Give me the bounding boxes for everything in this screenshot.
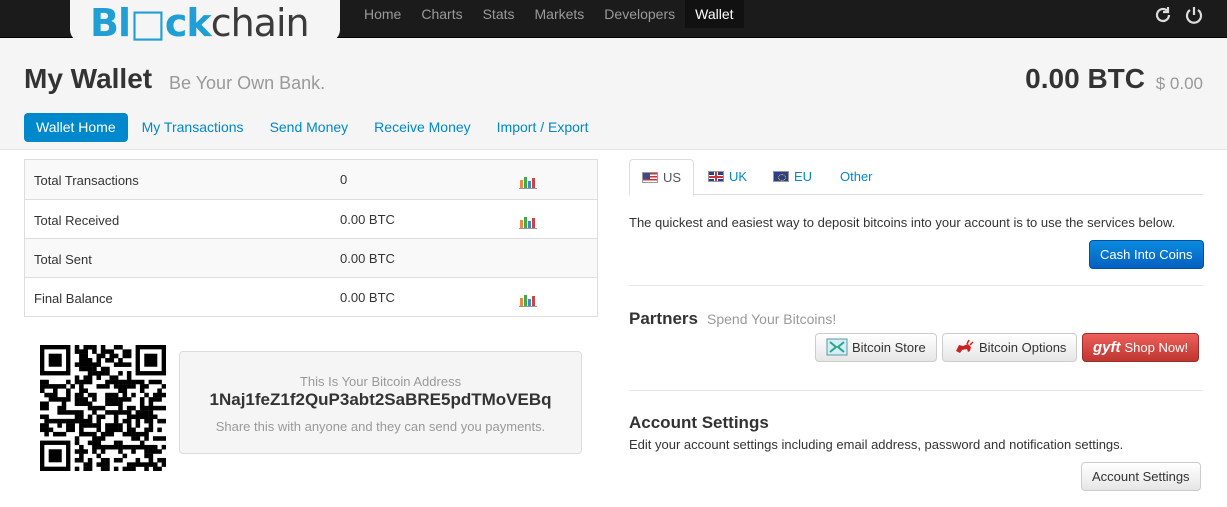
bitcoin-store-icon (826, 338, 848, 356)
refresh-icon[interactable] (1153, 5, 1173, 25)
power-icon[interactable] (1184, 5, 1204, 25)
table-row: Final Balance 0.00 BTC (25, 277, 597, 316)
tab-receive-money[interactable]: Receive Money (362, 113, 483, 142)
bitcoin-address[interactable]: 1Naj1feZ1f2QuP3abt2SaBRE5pdTMoVEBq (180, 390, 581, 410)
table-row: Total Transactions 0 (25, 160, 597, 199)
bitcoin-address-box: This Is Your Bitcoin Address 1Naj1feZ1f2… (179, 351, 582, 454)
account-settings-title: Account Settings (629, 413, 769, 432)
tab-import-export[interactable]: Import / Export (485, 113, 601, 142)
tab-send-money[interactable]: Send Money (258, 113, 361, 142)
account-settings-desc: Edit your account settings including ema… (629, 437, 1124, 452)
nav-stats[interactable]: Stats (473, 0, 525, 28)
address-label: This Is Your Bitcoin Address (299, 374, 462, 389)
bull-icon (956, 339, 974, 353)
tab-uk[interactable]: UK (696, 159, 759, 195)
region-tabs: US UK EU Other (629, 159, 1203, 196)
balance-usd[interactable]: $ 0.00 (1156, 74, 1203, 94)
tab-eu[interactable]: EU (761, 159, 824, 195)
bar-chart-icon[interactable] (519, 293, 537, 307)
bar-chart-icon[interactable] (519, 175, 537, 189)
balance-btc[interactable]: 0.00 BTC (1025, 63, 1145, 95)
page-subtitle: Be Your Own Bank. (169, 73, 326, 93)
nav-developers[interactable]: Developers (594, 0, 685, 28)
nav-home[interactable]: Home (354, 0, 411, 28)
table-row: Total Sent 0.00 BTC (25, 238, 597, 277)
us-flag-icon (642, 172, 658, 183)
gyft-logo: gyft (1093, 339, 1121, 356)
divider (629, 390, 1203, 391)
cash-into-coins-button[interactable]: Cash Into Coins (1089, 240, 1204, 269)
bitcoin-options-button[interactable]: Bitcoin Options (942, 333, 1078, 362)
wallet-tabs: Wallet Home My Transactions Send Money R… (24, 113, 602, 142)
eu-flag-icon (773, 171, 789, 182)
tab-wallet-home[interactable]: Wallet Home (24, 113, 128, 142)
qr-code[interactable] (40, 345, 166, 471)
partners-title: Partners (629, 309, 698, 328)
gyft-shop-now-button[interactable]: gyft Shop Now! (1082, 333, 1200, 362)
page-title: My Wallet (24, 63, 153, 94)
tab-us[interactable]: US (629, 159, 695, 196)
nav-markets[interactable]: Markets (525, 0, 595, 28)
tab-other[interactable]: Other (828, 159, 885, 195)
main-nav: Home Charts Stats Markets Developers Wal… (354, 0, 744, 28)
nav-wallet[interactable]: Wallet (685, 0, 744, 28)
logo-o-glyph: □ (130, 1, 166, 45)
nav-charts[interactable]: Charts (411, 0, 472, 28)
deposit-text: The quickest and easiest way to deposit … (629, 215, 1176, 230)
bar-chart-icon[interactable] (519, 215, 537, 229)
account-settings-button[interactable]: Account Settings (1081, 462, 1201, 491)
address-note: Share this with anyone and they can send… (215, 419, 546, 434)
bitcoin-store-button[interactable]: Bitcoin Store (815, 333, 937, 362)
wallet-header: My Wallet Be Your Own Bank. 0.00 BTC $ 0… (0, 38, 1227, 150)
logo-container[interactable]: Bl□ckchain (70, 0, 340, 45)
stats-table: Total Transactions 0 Total Received 0.00… (24, 159, 598, 317)
uk-flag-icon (708, 171, 724, 182)
table-row: Total Received 0.00 BTC (25, 199, 597, 238)
tab-my-transactions[interactable]: My Transactions (130, 113, 256, 142)
blockchain-logo[interactable]: Bl□ckchain (90, 1, 310, 45)
partners-subtitle: Spend Your Bitcoins! (707, 311, 837, 327)
divider (629, 285, 1203, 286)
top-navbar: Bl□ckchain Home Charts Stats Markets Dev… (0, 0, 1227, 45)
